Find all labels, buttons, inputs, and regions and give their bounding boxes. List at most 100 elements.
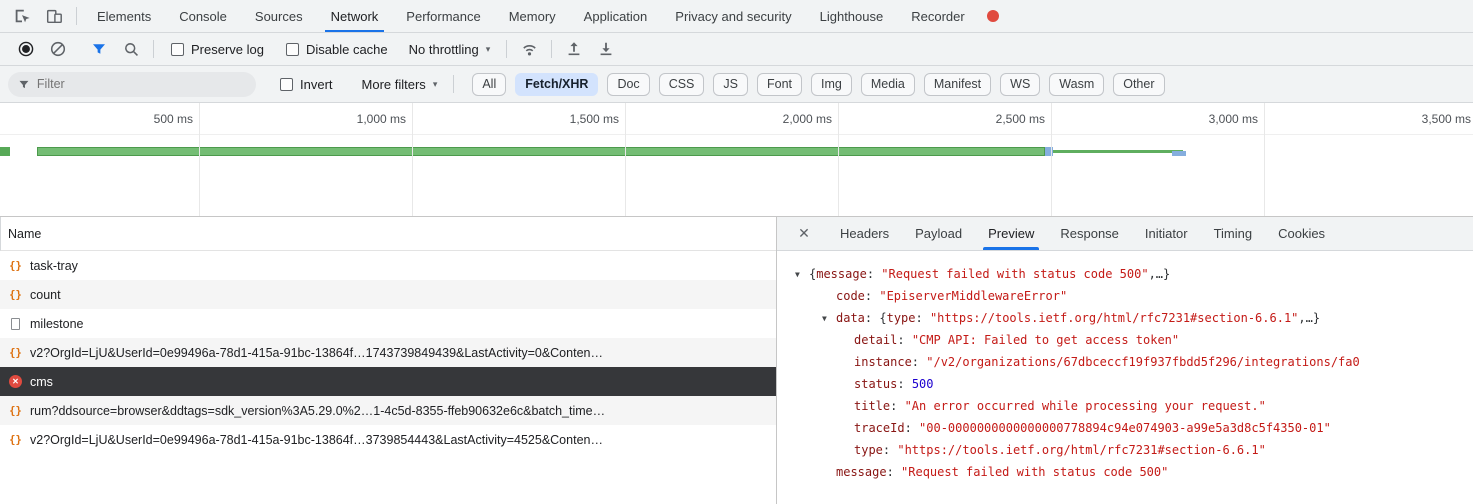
- table-row[interactable]: {}task-tray: [0, 251, 776, 280]
- network-overview-timeline[interactable]: 500 ms1,000 ms1,500 ms2,000 ms2,500 ms3,…: [0, 103, 1473, 217]
- record-network-log-icon[interactable]: [15, 38, 37, 60]
- devtools-tab-sources[interactable]: Sources: [241, 0, 317, 32]
- export-har-icon[interactable]: [595, 38, 617, 60]
- json-string: "EpiserverMiddlewareError": [879, 289, 1067, 303]
- preview-line[interactable]: code: "EpiserverMiddlewareError": [795, 285, 1473, 307]
- table-row[interactable]: {}count: [0, 280, 776, 309]
- table-row[interactable]: {}v2?OrgId=LjU&UserId=0e99496a-78d1-415a…: [0, 338, 776, 367]
- request-name: count: [30, 288, 61, 302]
- timeline-tick-label: 2,500 ms: [971, 112, 1045, 126]
- name-column-header[interactable]: Name: [0, 217, 776, 251]
- filter-toggle-icon[interactable]: [88, 38, 110, 60]
- devtools-tab-bar: ElementsConsoleSourcesNetworkPerformance…: [0, 0, 1473, 33]
- json-number: 500: [912, 377, 934, 391]
- import-har-icon[interactable]: [563, 38, 585, 60]
- invert-checkbox[interactable]: Invert: [280, 77, 333, 92]
- json-key: traceId: [854, 421, 905, 435]
- devtools-tab-elements[interactable]: Elements: [83, 0, 165, 32]
- preview-line[interactable]: ▼{message: "Request failed with status c…: [795, 263, 1473, 285]
- table-row[interactable]: ✕cms: [0, 367, 776, 396]
- details-tab-preview[interactable]: Preview: [975, 217, 1047, 250]
- devtools-tab-console[interactable]: Console: [165, 0, 241, 32]
- devtools-tab-privacy-and-security[interactable]: Privacy and security: [661, 0, 805, 32]
- more-filters-dropdown[interactable]: More filters ▾: [362, 77, 438, 92]
- filter-chip-img[interactable]: Img: [811, 73, 852, 96]
- request-type-chips: All Fetch/XHR Doc CSS JS Font Img Media Manifest…: [472, 73, 1164, 96]
- devtools-tab-application[interactable]: Application: [570, 0, 662, 32]
- chevron-down-icon: ▾: [433, 79, 438, 90]
- checkbox-box[interactable]: [280, 78, 293, 91]
- json-punctuation: :: [890, 399, 904, 413]
- filter-chip-manifest[interactable]: Manifest: [924, 73, 991, 96]
- devtools-tab-memory[interactable]: Memory: [495, 0, 570, 32]
- invert-label: Invert: [300, 77, 333, 92]
- json-string: "/v2/organizations/67dbceccf19f937fbdd5f…: [926, 355, 1359, 369]
- details-tab-timing[interactable]: Timing: [1201, 217, 1266, 250]
- divider: [76, 7, 77, 25]
- json-punctuation: :: [897, 377, 911, 391]
- details-tab-initiator[interactable]: Initiator: [1132, 217, 1201, 250]
- details-tab-cookies[interactable]: Cookies: [1265, 217, 1338, 250]
- preview-line[interactable]: status: 500: [795, 373, 1473, 395]
- details-tab-response[interactable]: Response: [1047, 217, 1132, 250]
- json-punctuation: :: [905, 421, 919, 435]
- filter-bar: Invert More filters ▾ All Fetch/XHR Doc CSS…: [0, 66, 1473, 103]
- devtools-tab-performance[interactable]: Performance: [392, 0, 494, 32]
- divider: [153, 40, 154, 58]
- disable-cache-checkbox[interactable]: Disable cache: [286, 42, 388, 57]
- json-punctuation: :: [912, 355, 926, 369]
- filter-chip-css[interactable]: CSS: [659, 73, 705, 96]
- device-toolbar-icon[interactable]: [43, 5, 65, 27]
- devtools-tab-lighthouse[interactable]: Lighthouse: [806, 0, 898, 32]
- search-icon[interactable]: [120, 38, 142, 60]
- error-count-badge[interactable]: [987, 10, 999, 22]
- checkbox-box[interactable]: [171, 43, 184, 56]
- filter-chip-ws[interactable]: WS: [1000, 73, 1040, 96]
- table-row[interactable]: {}rum?ddsource=browser&ddtags=sdk_versio…: [0, 396, 776, 425]
- json-string: "00-0000000000000000778894c94e074903-a99…: [919, 421, 1331, 435]
- json-key: message: [816, 267, 867, 281]
- devtools-tab-network[interactable]: Network: [317, 0, 393, 32]
- details-tab-payload[interactable]: Payload: [902, 217, 975, 250]
- filter-chip-js[interactable]: JS: [713, 73, 748, 96]
- details-tab-headers[interactable]: Headers: [827, 217, 902, 250]
- request-name: v2?OrgId=LjU&UserId=0e99496a-78d1-415a-9…: [30, 433, 603, 447]
- filter-input-wrapper[interactable]: [8, 72, 256, 97]
- waterfall-bar-blue-end: [1172, 151, 1186, 156]
- expander-icon[interactable]: ▼: [822, 308, 836, 330]
- json-key: type: [854, 443, 883, 457]
- filter-chip-wasm[interactable]: Wasm: [1049, 73, 1104, 96]
- throttling-select[interactable]: No throttling ▾: [409, 42, 491, 57]
- more-filters-label: More filters: [362, 77, 426, 92]
- clear-network-log-icon[interactable]: [47, 38, 69, 60]
- checkbox-box[interactable]: [286, 43, 299, 56]
- preview-line[interactable]: title: "An error occurred while processi…: [795, 395, 1473, 417]
- filter-chip-doc[interactable]: Doc: [607, 73, 649, 96]
- devtools-tab-recorder[interactable]: Recorder: [897, 0, 978, 32]
- network-conditions-icon[interactable]: [518, 38, 540, 60]
- preview-line[interactable]: message: "Request failed with status cod…: [795, 461, 1473, 483]
- request-name: task-tray: [30, 259, 78, 273]
- preview-line[interactable]: ▼data: {type: "https://tools.ietf.org/ht…: [795, 307, 1473, 329]
- expander-icon[interactable]: ▼: [795, 264, 809, 286]
- preserve-log-checkbox[interactable]: Preserve log: [171, 42, 264, 57]
- close-details-icon[interactable]: ✕: [791, 225, 817, 242]
- filter-chip-media[interactable]: Media: [861, 73, 915, 96]
- json-key: status: [854, 377, 897, 391]
- preview-line[interactable]: traceId: "00-0000000000000000778894c94e0…: [795, 417, 1473, 439]
- inspect-element-icon[interactable]: [11, 5, 33, 27]
- file-json-icon: {}: [8, 347, 23, 359]
- filter-input[interactable]: [37, 77, 246, 91]
- filter-chip-other[interactable]: Other: [1113, 73, 1164, 96]
- filter-chip-all[interactable]: All: [472, 73, 506, 96]
- filter-chip-fetch-xhr[interactable]: Fetch/XHR: [515, 73, 598, 96]
- json-punctuation: :: [897, 333, 911, 347]
- filter-chip-font[interactable]: Font: [757, 73, 802, 96]
- json-string: "https://tools.ietf.org/html/rfc7231#sec…: [930, 311, 1298, 325]
- table-row[interactable]: milestone: [0, 309, 776, 338]
- preview-line[interactable]: detail: "CMP API: Failed to get access t…: [795, 329, 1473, 351]
- preview-line[interactable]: type: "https://tools.ietf.org/html/rfc72…: [795, 439, 1473, 461]
- table-row[interactable]: {}v2?OrgId=LjU&UserId=0e99496a-78d1-415a…: [0, 425, 776, 454]
- chevron-down-icon: ▾: [486, 44, 491, 55]
- preview-line[interactable]: instance: "/v2/organizations/67dbceccf19…: [795, 351, 1473, 373]
